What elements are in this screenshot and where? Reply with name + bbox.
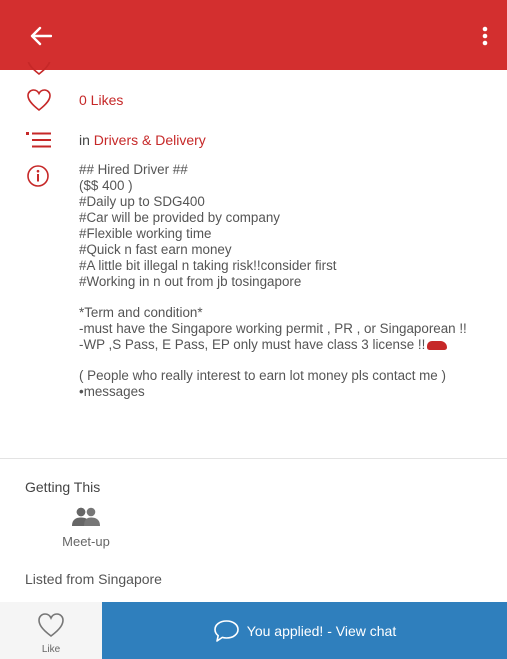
scrolled-heart-icon [26,62,52,76]
like-label: Like [41,644,61,655]
apply-status-label: You applied! - View chat [246,622,397,639]
description-line: ( People who really interest to earn lot… [79,368,446,383]
category-row: in Drivers & Delivery [0,128,507,156]
description-line: #Daily up to SDG400 [79,194,205,209]
category-link[interactable]: Drivers & Delivery [94,132,206,148]
getting-this-heading: Getting This [25,479,101,495]
likes-row[interactable]: 0 Likes [0,88,507,116]
description-line: •messages [79,384,145,399]
listed-from: Listed from Singapore [25,571,162,587]
info-icon [26,164,50,193]
chat-bubble-icon [213,619,240,643]
description-text: ## Hired Driver ## ($$ 400 ) #Daily up to … [79,162,479,400]
people-icon [71,507,101,532]
description-line: #Working in n out from jb tosingapore [79,274,302,289]
list-icon [26,130,52,155]
heart-outline-icon [26,88,52,117]
meetup-label: Meet-up [62,534,110,549]
bottom-action-bar: Like You applied! - View chat [0,602,507,659]
description-line: ($$ 400 ) [79,178,133,193]
arrow-left-icon [30,26,52,46]
description-line: #A little bit illegal n taking risk!!con… [79,258,337,273]
description-line: #Quick n fast earn money [79,242,232,257]
more-vertical-icon [482,26,488,46]
more-options-button[interactable] [477,22,493,50]
app-bar [0,0,507,70]
likes-count: 0 Likes [79,92,124,108]
description-line: #Car will be provided by company [79,210,280,225]
like-button[interactable]: Like [0,602,102,659]
description-line: -must have the Singapore working permit … [79,321,467,336]
description-line: -WP ,S Pass, E Pass, EP only must have c… [79,337,479,353]
meetup-option: Meet-up [48,507,124,549]
divider [0,458,507,459]
view-chat-button[interactable]: You applied! - View chat [102,602,507,659]
description-line: ## Hired Driver ## [79,162,188,177]
category-prefix: in [79,132,90,148]
heart-outline-icon [37,612,65,643]
back-button[interactable] [27,22,55,50]
description-line: *Term and condition* [79,305,203,320]
car-emoji-icon [427,340,448,350]
description-line: #Flexible working time [79,226,212,241]
